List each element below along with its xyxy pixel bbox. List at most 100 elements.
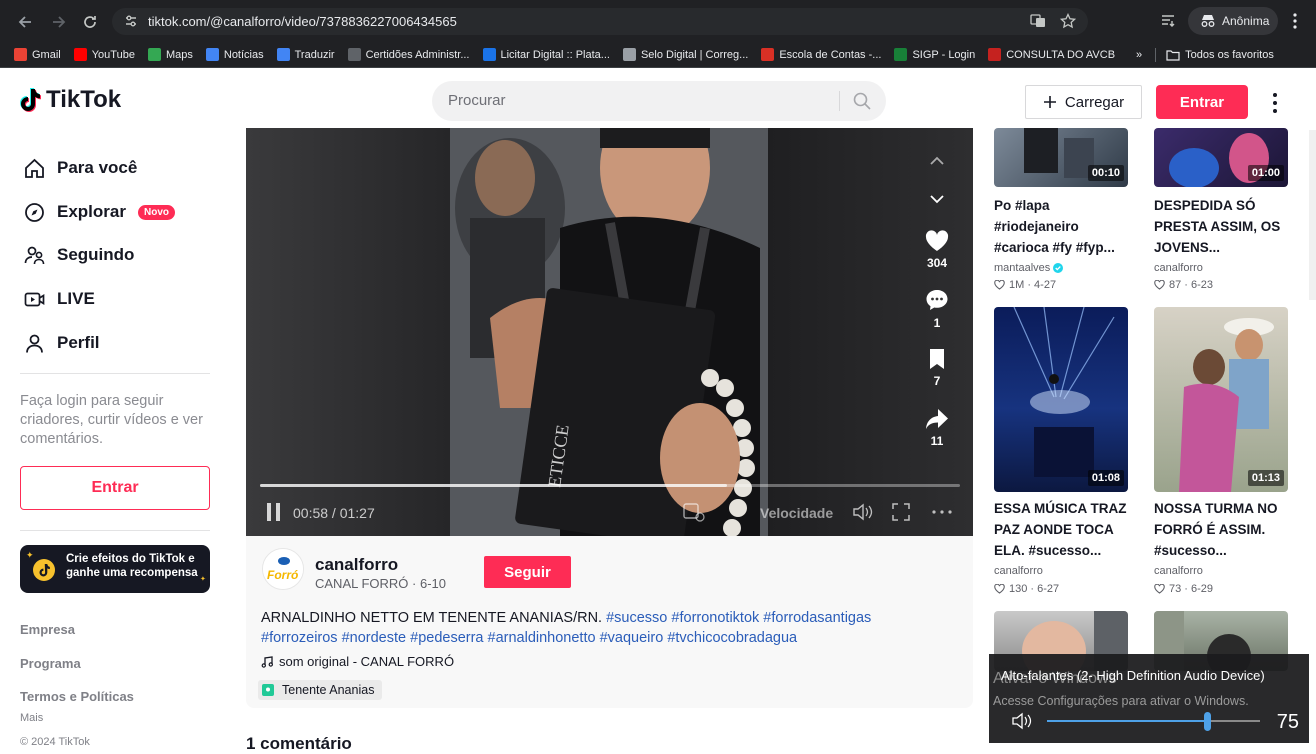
- footer-link-company[interactable]: Empresa: [20, 622, 75, 637]
- related-video-author[interactable]: canalforro: [1154, 565, 1203, 577]
- more-options-icon[interactable]: [1267, 91, 1283, 115]
- captions-icon[interactable]: [682, 502, 706, 522]
- bookmark-favicon-icon: [622, 48, 636, 61]
- author-name: mantaalves: [994, 262, 1051, 274]
- search-bar[interactable]: Procurar: [432, 81, 886, 121]
- related-video-title[interactable]: Po #lapa #riodejaneiro #carioca #fy #fyp…: [994, 195, 1136, 258]
- hashtag-link[interactable]: #nordeste: [342, 630, 407, 646]
- upload-button[interactable]: Carregar: [1025, 85, 1142, 119]
- translate-icon[interactable]: [1030, 13, 1046, 29]
- sound-link[interactable]: som original - CANAL FORRÓ: [261, 654, 454, 669]
- site-info-icon[interactable]: [124, 14, 138, 28]
- login-button[interactable]: Entrar: [1156, 85, 1248, 119]
- bookmarks-separator: [1155, 47, 1157, 62]
- reload-icon[interactable]: [80, 12, 100, 32]
- page-scrollbar[interactable]: [1309, 130, 1316, 300]
- effects-banner[interactable]: ✦ ✦ Crie efeitos do TikTok e ganhe uma r…: [20, 545, 210, 593]
- comment-button[interactable]: 1: [926, 288, 948, 330]
- forward-icon[interactable]: [48, 12, 68, 32]
- previous-video-icon[interactable]: [926, 156, 948, 166]
- footer-link-program[interactable]: Programa: [20, 656, 81, 671]
- search-icon[interactable]: [852, 91, 872, 111]
- author-username[interactable]: canalforro: [315, 555, 398, 575]
- location-tag[interactable]: Tenente Ananias: [258, 680, 383, 700]
- volume-icon[interactable]: [852, 503, 874, 521]
- bookmark-item[interactable]: Escola de Contas -...: [761, 48, 881, 61]
- bookmark-label: Gmail: [32, 48, 61, 61]
- bookmark-item[interactable]: CONSULTA DO AVCB: [988, 48, 1115, 61]
- video-frame[interactable]: ETICCE: [450, 128, 768, 536]
- related-video-thumbnail[interactable]: 00:10: [994, 128, 1128, 187]
- related-video-thumbnail[interactable]: 01:13: [1154, 307, 1288, 492]
- sidebar-item-live[interactable]: LIVE: [24, 285, 95, 313]
- related-video-author[interactable]: canalforro: [1154, 262, 1203, 274]
- sidebar-item-for-you[interactable]: Para você: [24, 154, 137, 182]
- video-more-icon[interactable]: [932, 510, 952, 514]
- speed-button[interactable]: Velocidade: [760, 505, 833, 521]
- bookmark-item[interactable]: Gmail: [14, 48, 61, 61]
- bookmark-item[interactable]: Certidões Administr...: [347, 48, 470, 61]
- pause-icon[interactable]: [266, 502, 282, 522]
- related-video-title[interactable]: ESSA MÚSICA TRAZ PAZ AONDE TOCA ELA. #su…: [994, 498, 1136, 561]
- like-button[interactable]: 304: [925, 230, 949, 270]
- hashtag-link[interactable]: #vaqueiro: [600, 630, 664, 646]
- hashtag-link[interactable]: #sucesso: [606, 610, 667, 626]
- bookmark-item[interactable]: Selo Digital | Correg...: [622, 48, 748, 61]
- browser-menu-icon[interactable]: [1292, 12, 1298, 30]
- related-video-title[interactable]: DESPEDIDA SÓ PRESTA ASSIM, OS JOVENS...: [1154, 195, 1296, 258]
- bookmark-favicon-icon: [14, 48, 27, 61]
- bookmark-item[interactable]: YouTube: [73, 48, 135, 61]
- related-video-author[interactable]: mantaalves: [994, 262, 1064, 274]
- save-button[interactable]: 7: [926, 348, 948, 388]
- url-text: tiktok.com/@canalforro/video/73788362270…: [148, 14, 457, 29]
- incognito-profile-button[interactable]: Anônima: [1188, 7, 1278, 35]
- sidebar-label: Perfil: [57, 333, 100, 352]
- bookmark-item[interactable]: Traduzir: [276, 48, 335, 61]
- bookmark-item[interactable]: SIGP - Login: [894, 48, 975, 61]
- footer-more[interactable]: Mais: [20, 712, 43, 724]
- related-video-stats: 130 · 6-27: [994, 583, 1059, 595]
- search-input[interactable]: Procurar: [448, 92, 506, 109]
- author-name: canalforro: [1154, 262, 1203, 274]
- next-video-icon[interactable]: [926, 194, 948, 204]
- hashtag-link[interactable]: #tvchicocobradagua: [667, 630, 797, 646]
- related-video-thumbnail[interactable]: 01:00: [1154, 128, 1288, 187]
- bookmark-star-icon[interactable]: [1060, 13, 1076, 29]
- tiktok-logo[interactable]: TikTok: [20, 86, 121, 114]
- hashtag-link[interactable]: #forronotiktok: [671, 610, 759, 626]
- share-button[interactable]: 11: [926, 408, 948, 448]
- speaker-icon[interactable]: [1011, 712, 1033, 730]
- sidebar-item-explore[interactable]: Explorar Novo: [24, 198, 175, 226]
- avatar[interactable]: Forró: [262, 548, 304, 590]
- video-progress-fill: [260, 484, 727, 487]
- related-video-title[interactable]: NOSSA TURMA NO FORRÓ É ASSIM. #sucesso..…: [1154, 498, 1296, 561]
- follow-button[interactable]: Seguir: [484, 556, 571, 588]
- login-prompt: Faça login para seguir criadores, curtir…: [20, 393, 203, 447]
- fullscreen-icon[interactable]: [892, 503, 910, 521]
- sidebar-item-profile[interactable]: Perfil: [24, 329, 100, 357]
- all-favorites-folder[interactable]: Todos os favoritos: [1166, 49, 1274, 61]
- hashtag-link[interactable]: #arnaldinhonetto: [488, 630, 596, 646]
- audio-device-name[interactable]: Alto-falantes (2- High Definition Audio …: [1001, 668, 1265, 683]
- video-player[interactable]: ETICCE 304 1 7 11 00:58 / 01:27 Velocida…: [246, 128, 973, 536]
- video-progress-bar[interactable]: [260, 484, 960, 487]
- bookmark-item[interactable]: Notícias: [205, 48, 264, 61]
- svg-text:Forró: Forró: [267, 568, 298, 582]
- more-bookmarks-button[interactable]: »: [1136, 49, 1142, 61]
- sidebar-login-button[interactable]: Entrar: [20, 466, 210, 510]
- video-blur-right: [768, 128, 973, 536]
- hashtag-link[interactable]: #forrozeiros: [261, 630, 338, 646]
- bookmark-item[interactable]: Licitar Digital :: Plata...: [482, 48, 610, 61]
- related-video-thumbnail[interactable]: 01:08: [994, 307, 1128, 492]
- related-video-author[interactable]: canalforro: [994, 565, 1043, 577]
- back-icon[interactable]: [16, 12, 36, 32]
- hashtag-link[interactable]: #forrodasantigas: [763, 610, 871, 626]
- address-bar[interactable]: tiktok.com/@canalforro/video/73788362270…: [112, 8, 1088, 35]
- volume-slider[interactable]: [1047, 720, 1260, 722]
- hashtag-link[interactable]: #pedeserra: [410, 630, 483, 646]
- volume-slider-thumb[interactable]: [1203, 712, 1211, 731]
- sidebar-item-following[interactable]: Seguindo: [24, 241, 134, 269]
- bookmark-item[interactable]: Maps: [147, 48, 193, 61]
- reading-list-icon[interactable]: [1160, 12, 1176, 28]
- footer-link-terms[interactable]: Termos e Políticas: [20, 689, 134, 704]
